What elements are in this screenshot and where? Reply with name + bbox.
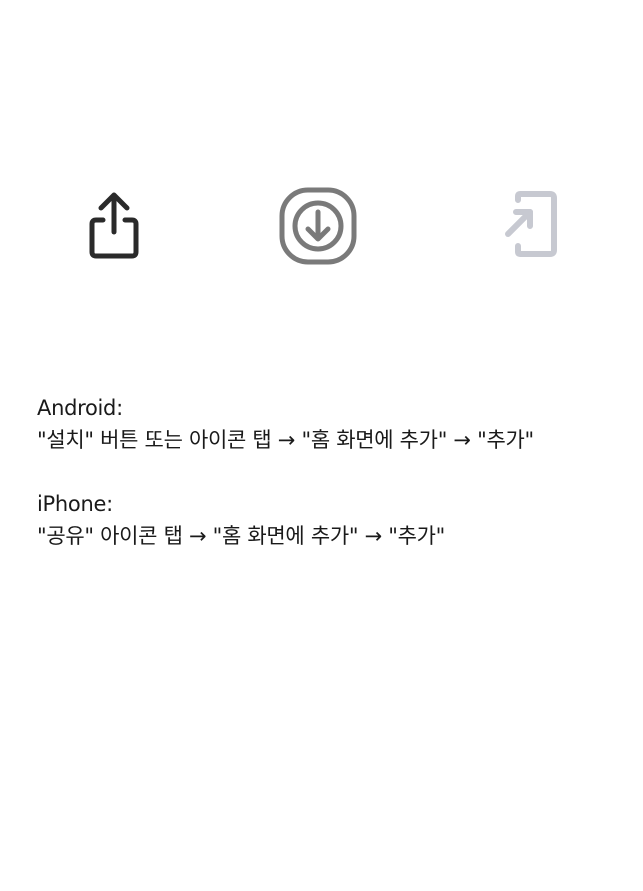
android-steps: "설치" 버튼 또는 아이콘 탭 → "홈 화면에 추가" → "추가" <box>37 428 534 452</box>
iphone-heading: iPhone: <box>37 492 113 516</box>
android-heading: Android: <box>37 396 123 420</box>
download-circle-icon <box>279 187 357 265</box>
share-icon <box>89 192 139 259</box>
install-instructions: Android: "설치" 버튼 또는 아이콘 탭 → "홈 화면에 추가" →… <box>37 392 637 552</box>
iphone-steps: "공유" 아이콘 탭 → "홈 화면에 추가" → "추가" <box>37 524 446 548</box>
add-to-home-screen-icon <box>505 191 557 257</box>
